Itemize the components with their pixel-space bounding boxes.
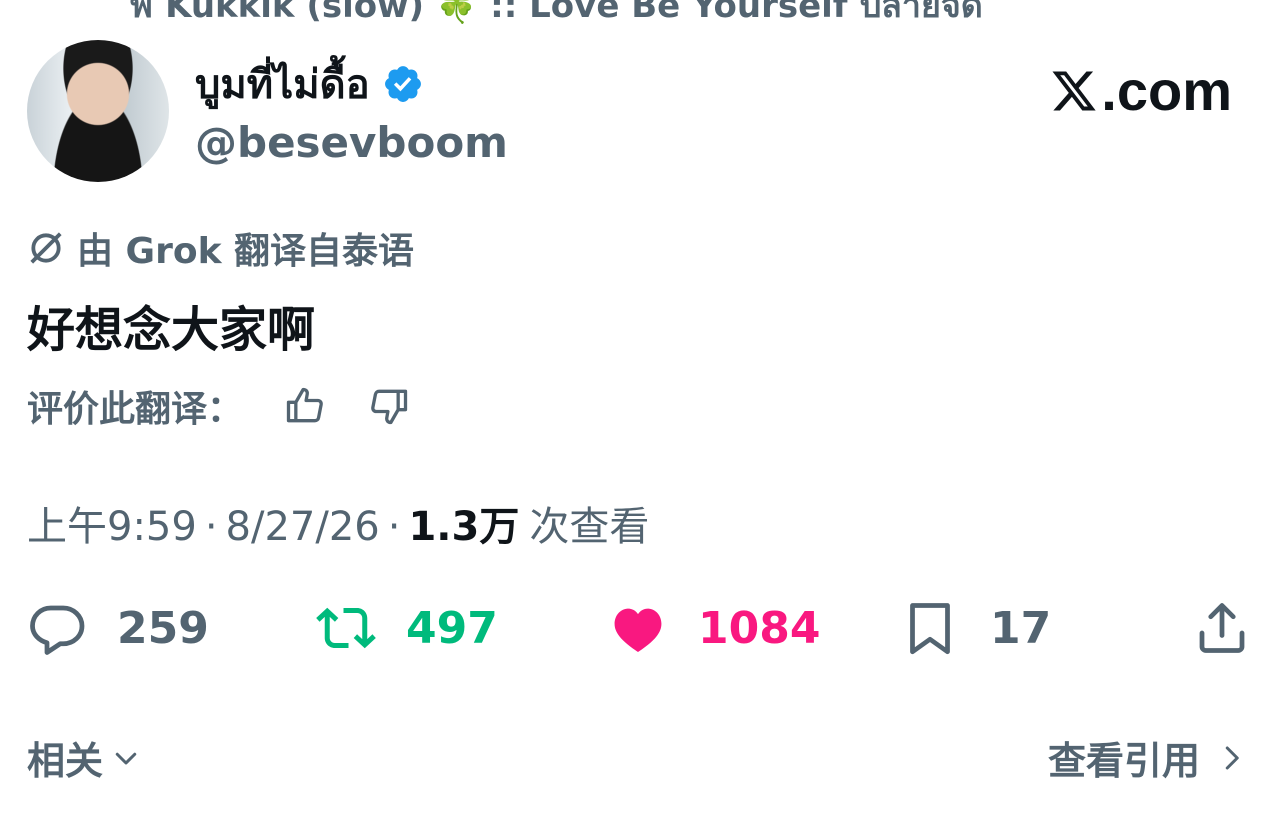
action-bar: 259 497 1084 17 xyxy=(0,596,1284,660)
tweet-date[interactable]: 8/27/26 xyxy=(226,504,380,550)
author-handle[interactable]: @besevboom xyxy=(195,118,508,167)
logo-text: .com xyxy=(1101,59,1232,122)
bookmark-icon xyxy=(910,603,950,655)
grok-icon xyxy=(30,232,62,264)
like-button[interactable]: 1084 xyxy=(608,596,820,660)
bookmark-count: 17 xyxy=(990,602,1052,654)
display-name[interactable]: บูมที่ไม่ดื้อ xyxy=(195,52,370,116)
previous-tweet-snippet: ฬ Kukkik (slow) 🍀 :: Love Be Yourself ปล… xyxy=(130,0,983,32)
reply-button[interactable]: 259 xyxy=(27,596,209,660)
views-label[interactable]: 次查看 xyxy=(529,494,649,552)
chevron-down-icon xyxy=(115,752,137,764)
rate-translation-row: 评价此翻译： xyxy=(27,380,411,432)
tweet-time[interactable]: 上午9:59 xyxy=(27,494,197,552)
meta-separator: · xyxy=(387,504,401,550)
view-quotes-link[interactable]: 查看引用 xyxy=(1048,730,1246,785)
related-toggle[interactable]: 相关 xyxy=(27,730,141,785)
tweet-meta: 上午9:59 · 8/27/26 · 1.3万 次查看 xyxy=(27,494,649,552)
translation-label: 由 Grok 翻译自泰语 xyxy=(77,231,415,272)
quotes-label: 查看引用 xyxy=(1047,739,1200,783)
share-icon xyxy=(1199,603,1245,653)
views-count[interactable]: 1.3万 xyxy=(408,494,519,552)
chevron-right-icon xyxy=(1225,746,1239,769)
reply-count: 259 xyxy=(117,602,209,654)
like-count: 1084 xyxy=(698,602,821,654)
related-label: 相关 xyxy=(27,739,104,783)
author-name-row[interactable]: บูมที่ไม่ดื้อ xyxy=(195,52,424,116)
thumbs-down-icon[interactable] xyxy=(367,384,411,428)
heart-icon xyxy=(614,608,662,652)
x-com-logo: .com xyxy=(1049,58,1232,123)
thumbs-up-icon[interactable] xyxy=(283,384,327,428)
tweet-text: 好想念大家啊 xyxy=(27,302,316,358)
rate-label: 评价此翻译： xyxy=(27,389,244,430)
translation-notice: 由 Grok 翻译自泰语 xyxy=(27,222,414,274)
bookmark-button[interactable]: 17 xyxy=(900,596,1051,660)
meta-separator: · xyxy=(204,504,218,550)
x-logo-icon xyxy=(1052,71,1096,110)
repost-icon xyxy=(316,607,376,649)
share-button[interactable] xyxy=(1192,596,1252,660)
reply-icon xyxy=(30,605,85,655)
verified-badge-icon xyxy=(384,66,421,102)
avatar[interactable] xyxy=(27,40,169,182)
repost-button[interactable]: 497 xyxy=(316,596,498,660)
repost-count: 497 xyxy=(406,602,498,654)
previous-tweet-text: ฬ Kukkik (slow) 🍀 :: Love Be Yourself ปล… xyxy=(130,0,983,26)
